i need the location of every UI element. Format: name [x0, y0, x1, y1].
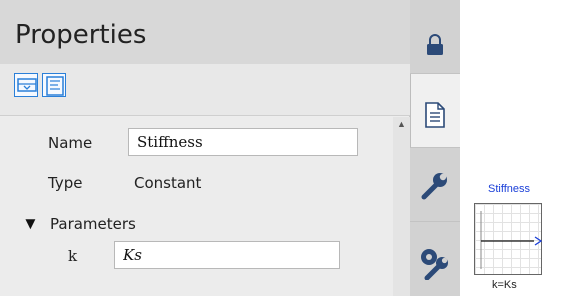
parameter-value-input[interactable] [115, 242, 339, 268]
parameter-field-wrapper [114, 241, 340, 269]
block-parameter-label: k=Ks [492, 279, 517, 291]
parameter-name: k [68, 247, 78, 265]
constant-block-symbol [480, 211, 542, 269]
panel-header: Properties [0, 0, 410, 64]
lock-icon [427, 34, 443, 55]
text-view-button[interactable] [42, 73, 66, 97]
properties-panel: Properties Name Type Constant ▼ Para [0, 0, 410, 296]
type-label: Type [48, 174, 83, 192]
panel-title: Properties [15, 20, 147, 50]
tab-lock[interactable] [410, 0, 460, 74]
collapse-arrow-icon[interactable]: ▼ [22, 214, 39, 234]
properties-toolbar [0, 64, 410, 116]
vertical-scrollbar[interactable]: ▲ [393, 117, 410, 296]
constant-block[interactable] [474, 203, 542, 275]
name-field-wrapper [128, 128, 358, 156]
wrench-icon [421, 173, 447, 200]
side-tab-strip [410, 0, 460, 296]
block-name-label: Stiffness [488, 183, 530, 195]
text-view-icon [46, 76, 64, 96]
document-icon [425, 102, 445, 128]
tab-advanced[interactable] [410, 222, 460, 296]
scroll-up-arrow-icon[interactable]: ▲ [397, 119, 406, 129]
parameters-section-label[interactable]: Parameters [50, 215, 136, 233]
tab-documentation[interactable] [410, 74, 460, 148]
show-component-button[interactable] [14, 73, 38, 97]
gear-wrench-icon [421, 249, 448, 280]
show-component-icon [17, 78, 37, 92]
properties-content: Name Type Constant ▼ Parameters k [0, 117, 393, 296]
name-input[interactable] [129, 129, 357, 155]
tab-settings[interactable] [410, 148, 460, 222]
name-label: Name [48, 134, 93, 152]
type-value: Constant [134, 174, 202, 192]
